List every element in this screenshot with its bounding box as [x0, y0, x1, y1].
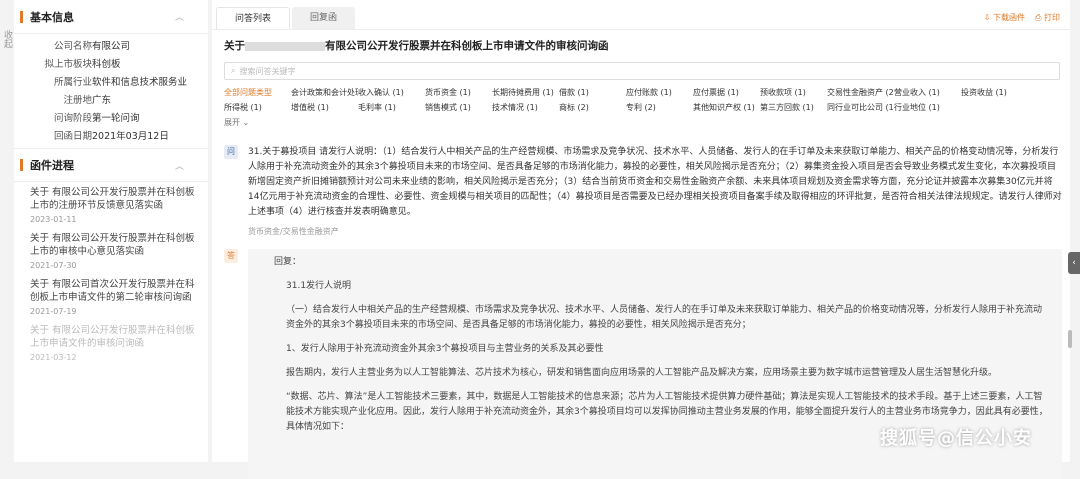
category-filter[interactable]: 货币资金 (1) — [425, 88, 492, 98]
category-filter[interactable]: 应付票据 (1) — [693, 88, 760, 98]
page-title: 关于 有限公司公开发行股票并在科创板上市申请文件的审核问询函 — [224, 40, 609, 52]
category-filter[interactable]: 行业地位 (1) — [894, 103, 961, 113]
category-filter[interactable]: 交易性金融资产 (2) — [827, 88, 894, 98]
category-filter[interactable]: 全部问题类型 — [224, 88, 291, 98]
progress-list: 关于 有限公司公开发行股票并在科创板上市的注册环节反馈意见落实函 2023-01-… — [14, 182, 208, 362]
progress-item[interactable]: 关于 有限公司首次公开发行股票并在科创板上市申请文件的第二轮审核问询函 2021-… — [30, 278, 200, 316]
basic-info-header[interactable]: 基本信息 ︿ — [14, 0, 208, 34]
tab-bar: 问答列表 回复函 ⇩ 下载函件 ⎙ 打印 — [212, 0, 1070, 30]
chevron-up-icon[interactable]: ︿ — [175, 10, 184, 23]
category-filter[interactable]: 销售模式 (1) — [425, 103, 492, 113]
category-filter[interactable]: 增值税 (1) — [291, 103, 358, 113]
progress-item[interactable]: 关于 有限公司公开发行股票并在科创板上市申请文件的审核问询函 2021-03-12 — [30, 324, 200, 362]
collapse-toggle[interactable]: 收起 — [0, 30, 14, 53]
print-button[interactable]: ⎙ 打印 — [1035, 12, 1060, 23]
left-panel: 基本信息 ︿ 公司名称 有限公司拟上市板块 科创板所属行业 软件和信息技术服务业注册地… — [14, 0, 208, 462]
category-filter[interactable]: 商标 (2) — [559, 103, 626, 113]
progress-item[interactable]: 关于 有限公司公开发行股票并在科创板上市的审核中心意见落实函 2021-07-30 — [30, 232, 200, 270]
question-badge: 问 — [224, 145, 238, 159]
main-scrollbar[interactable] — [1066, 0, 1074, 462]
category-filter[interactable]: 投资收益 (1) — [961, 88, 1028, 98]
info-row: 所属行业 软件和信息技术服务业 — [53, 77, 188, 88]
chevron-left-icon[interactable]: ‹ — [1068, 252, 1080, 274]
category-filter[interactable]: 会计政策和会计处理 (1) — [291, 88, 358, 98]
expand-button[interactable]: 展开 ⌄ — [212, 113, 1070, 128]
tab-qa-list[interactable]: 问答列表 — [216, 7, 291, 29]
search-icon: ⌕ — [231, 66, 236, 75]
main-panel: 问答列表 回复函 ⇩ 下载函件 ⎙ 打印 关于 有限公司公开发行股票并在科创板上市… — [212, 0, 1070, 479]
category-filter[interactable]: 预收款项 (1) — [760, 88, 827, 98]
info-row: 问询阶段 第一轮问询 — [53, 113, 140, 124]
category-filter[interactable]: 借款 (1) — [559, 88, 626, 98]
search-input[interactable]: ⌕ 搜索问答关键字 — [224, 62, 1060, 80]
category-filter[interactable]: 同行业可比公司 (1) — [827, 103, 894, 113]
question-tag: 货币资金/交易性金融资产 — [248, 227, 339, 236]
category-filter[interactable]: 长期待摊费用 (1) — [492, 88, 559, 98]
category-filter[interactable]: 第三方回款 (1) — [760, 103, 827, 113]
progress-header[interactable]: 函件进程 ︿ — [14, 148, 208, 182]
info-row: 回函日期 2021年03月12日 — [53, 131, 169, 142]
category-filter[interactable]: 其他知识产权 (1) — [693, 103, 760, 113]
basic-info: 公司名称 有限公司拟上市板块 科创板所属行业 软件和信息技术服务业注册地 广东问询阶段第… — [14, 34, 208, 144]
progress-item[interactable]: 关于 有限公司公开发行股票并在科创板上市的注册环节反馈意见落实函 2023-01-… — [30, 186, 200, 224]
watermark: 搜狐号@信公小安 — [880, 428, 1032, 449]
category-filter[interactable]: 技术情况 (1) — [492, 103, 559, 113]
answer-badge: 答 — [224, 249, 238, 263]
info-row: 注册地 广东 — [63, 95, 112, 106]
info-row: 拟上市板块 科创板 — [44, 59, 121, 70]
category-filter[interactable]: 所得税 (1) — [224, 103, 291, 113]
category-filters: 全部问题类型会计政策和会计处理 (1)收入确认 (1)货币资金 (1)长期待摊费… — [212, 80, 1070, 113]
chevron-up-icon[interactable]: ︿ — [175, 159, 184, 172]
category-filter[interactable]: 营业收入 (1) — [894, 88, 961, 98]
category-filter[interactable]: 应付账款 (1) — [626, 88, 693, 98]
tab-reply[interactable]: 回复函 — [292, 7, 356, 29]
category-filter[interactable]: 毛利率 (1) — [358, 103, 425, 113]
question-text: 31.关于募投项目 请发行人说明：（1）结合发行人中相关产品的生产经营规模、市场… — [248, 147, 1062, 217]
download-button[interactable]: ⇩ 下载函件 — [984, 12, 1025, 23]
category-filter[interactable]: 收入确认 (1) — [358, 88, 425, 98]
info-row: 公司名称 有限公司 — [53, 41, 131, 52]
category-filter[interactable]: 专利 (2) — [626, 103, 693, 113]
